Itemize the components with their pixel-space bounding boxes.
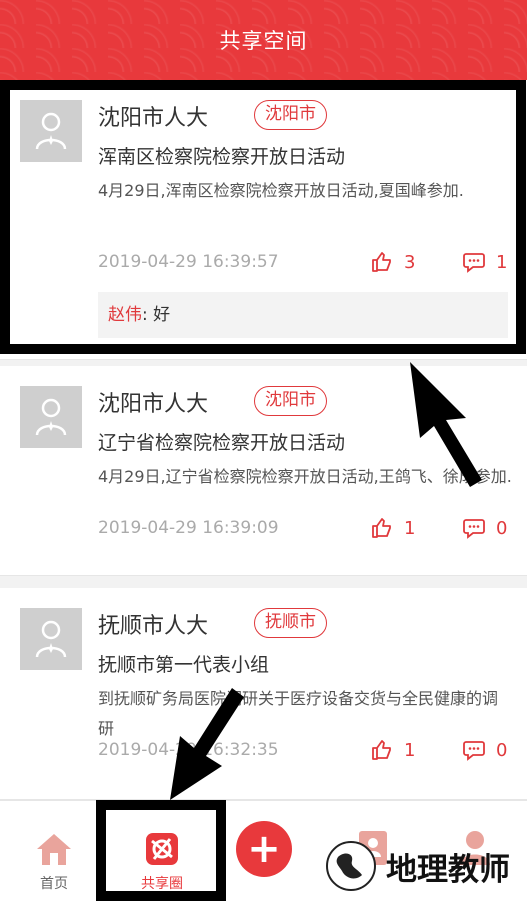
watermark-text: 地理教师	[386, 851, 510, 888]
arrow-down-left	[170, 688, 244, 800]
arrow-up-right	[410, 362, 482, 487]
app-screen: 共享空间 沈阳市人大 沈阳市 浑南区检察院检察开放日活动 4月29日,浑南区检察…	[0, 0, 527, 901]
annotation-arrows	[170, 362, 482, 800]
watermark: 地理教师	[324, 836, 524, 896]
globe-logo-icon	[326, 841, 376, 891]
